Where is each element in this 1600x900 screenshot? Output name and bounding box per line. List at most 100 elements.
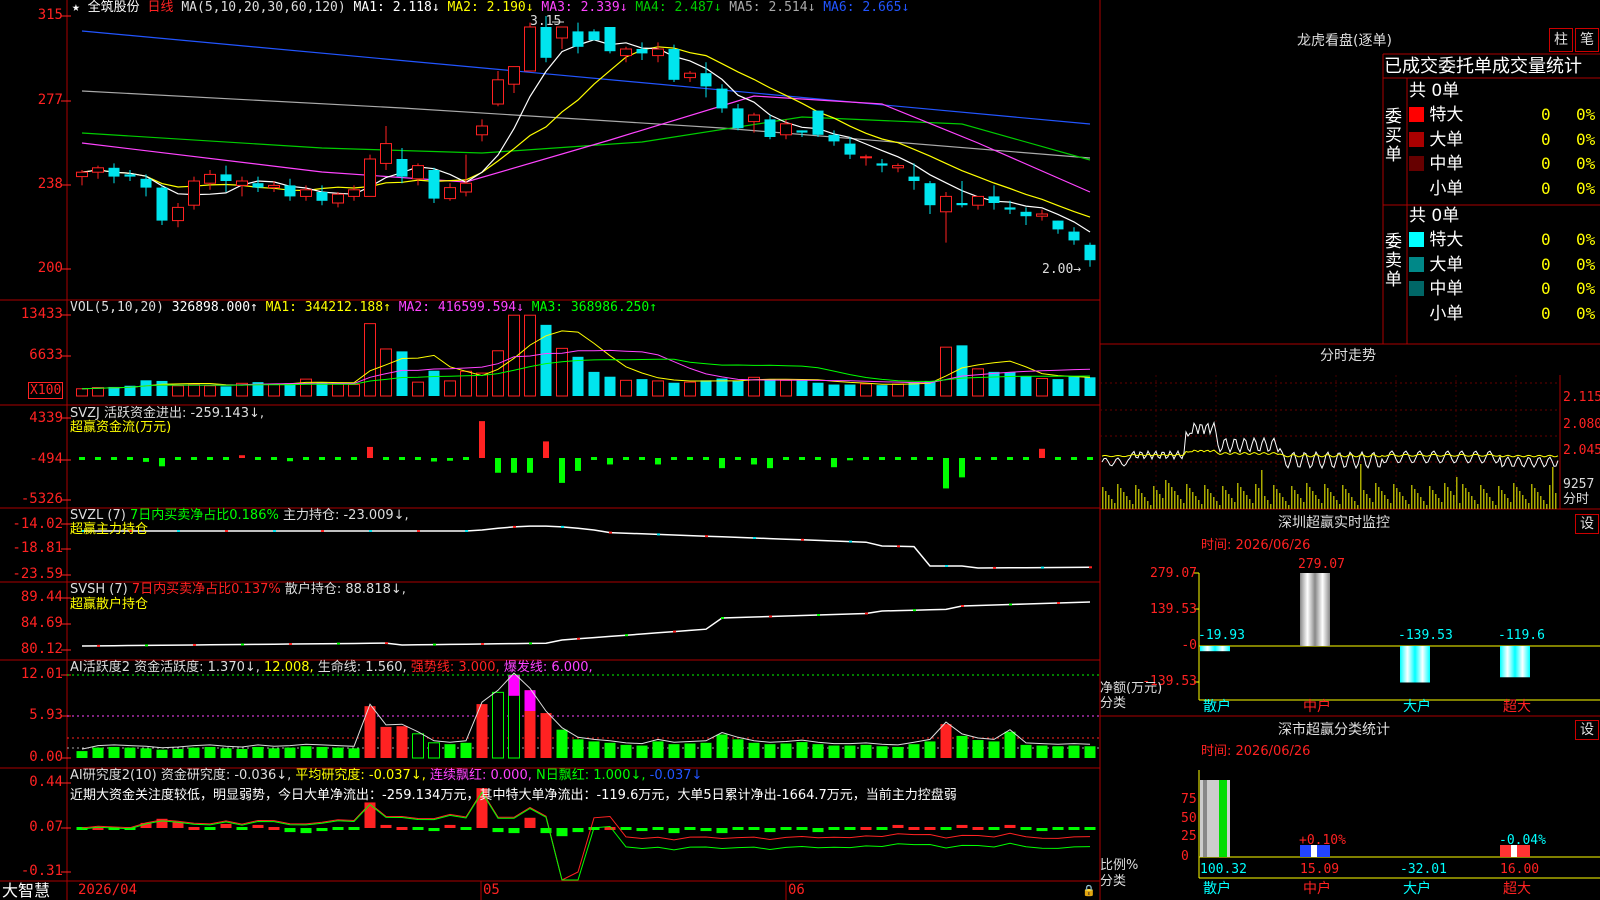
fund-flow-bar-in xyxy=(479,421,485,458)
fenshi-vol-bar xyxy=(1390,503,1392,509)
research-dash xyxy=(332,827,344,830)
candle-up xyxy=(1036,213,1048,217)
activity-bar xyxy=(156,749,168,758)
candle-down xyxy=(540,27,552,58)
activity-bar xyxy=(604,742,616,758)
fund-flow-bar-out xyxy=(527,458,533,473)
sell-row-1: 大单 xyxy=(1409,255,1463,275)
main-holding-dot xyxy=(945,565,948,567)
fund-flow-dash xyxy=(815,457,821,460)
research-dash xyxy=(876,827,888,830)
vol-ma2-line xyxy=(81,349,1091,390)
candle-down xyxy=(924,183,936,206)
monitor-tick-0: 279.07 xyxy=(1150,566,1197,581)
fenshi-vol-bar xyxy=(1444,483,1446,509)
candle-up xyxy=(268,184,280,189)
fenshi-vol-bar xyxy=(1129,500,1131,509)
fenshi-vol-bar xyxy=(1459,503,1461,509)
fenshi-vol-bar xyxy=(1372,502,1374,509)
fund-flow-dash xyxy=(399,457,405,460)
candle-down xyxy=(812,110,824,135)
candle-up xyxy=(892,165,904,169)
activity-bar xyxy=(332,747,344,758)
volume-bar-down xyxy=(1084,377,1096,396)
fenshi-vol-bar xyxy=(1519,491,1521,509)
fund-flow-dash xyxy=(175,457,181,460)
fenshi-vol-bar xyxy=(1192,492,1194,509)
classify-settings-button[interactable]: 设 xyxy=(1575,720,1599,740)
candle-up xyxy=(476,125,488,136)
volume-bar-down xyxy=(284,383,296,396)
y-tick-svzl-1: -18.81 xyxy=(12,540,63,556)
period-label[interactable]: 日线 xyxy=(148,0,174,15)
y-tick-main-0: 315 xyxy=(37,7,63,23)
bar-mode-button[interactable]: 柱 xyxy=(1549,28,1573,52)
fenshi-vol-bar xyxy=(1507,498,1509,509)
volume-bar-down xyxy=(428,370,440,396)
y-tick-svzj-0: 4339 xyxy=(29,410,63,426)
fenshi-vol-bar xyxy=(1543,500,1545,509)
fund-flow-bar-in xyxy=(543,441,549,458)
sell-pct-3: 0% xyxy=(1576,303,1596,323)
research-dash xyxy=(236,827,248,830)
fenshi-vol-bar xyxy=(1381,491,1383,509)
fenshi-vol-bar xyxy=(1309,487,1311,509)
y-tick-ai2-0: 0.44 xyxy=(29,774,63,790)
ai2-v2: 连续飘红: 0.000, xyxy=(430,768,532,783)
fenshi-vol-bar xyxy=(1246,495,1248,509)
activity-bar xyxy=(924,741,936,758)
tick-mode-button[interactable]: 笔 xyxy=(1575,28,1599,52)
activity-bar xyxy=(284,747,296,758)
fenshi-vol-bar xyxy=(1132,504,1134,509)
stock-name[interactable]: 全筑股份 xyxy=(88,0,140,15)
fenshi-vol-bar xyxy=(1501,490,1503,509)
fenshi-vol-bar xyxy=(1426,505,1428,509)
lock-icon[interactable]: 🔒 xyxy=(1082,883,1096,898)
buy-row-1: 大单 xyxy=(1409,130,1463,150)
fenshi-vol-bar xyxy=(1495,505,1497,509)
sell-swatch-1 xyxy=(1409,255,1424,275)
volume-bar-down xyxy=(1052,379,1064,396)
fenshi-vol-bar xyxy=(1156,490,1158,509)
fenshi-vol-bar xyxy=(1231,498,1233,509)
volume-bar-up xyxy=(268,383,280,397)
research-dash xyxy=(1020,827,1032,830)
research-dash xyxy=(204,827,216,830)
fenshi-vol-bar xyxy=(1489,497,1491,509)
volume-bar-up xyxy=(364,323,376,397)
fenshi-price-line xyxy=(1101,420,1559,470)
fenshi-vol-bar xyxy=(1465,488,1467,509)
activity-bar xyxy=(972,740,984,758)
ma4-label: MA4: xyxy=(635,0,667,15)
fund-flow-bar-out xyxy=(943,458,949,489)
fenshi-tick-2: 2.045 xyxy=(1563,443,1600,458)
fenshi-vol-bar xyxy=(1342,485,1344,509)
fund-flow-dash xyxy=(671,457,677,460)
svsh-header: SVSH (7) 7日内买卖净占比0.137% 散户持仓: 88.818↓, xyxy=(70,582,406,597)
svsh-hold: 散户持仓: 88.818↓, xyxy=(284,582,406,597)
fund-flow-dash xyxy=(623,457,629,460)
research-dash xyxy=(348,827,360,830)
research-dash xyxy=(828,827,840,830)
fenshi-vol-bar xyxy=(1483,489,1485,509)
monitor-settings-button[interactable]: 设 xyxy=(1575,514,1599,534)
research-dash xyxy=(412,827,424,830)
fenshi-vol-bar xyxy=(1114,503,1116,509)
sell-row-2: 中单 xyxy=(1409,279,1463,299)
fund-flow-dash xyxy=(111,457,117,460)
candle-down xyxy=(124,174,136,177)
candle-down xyxy=(908,176,920,181)
fenshi-vol-bar xyxy=(1153,486,1155,509)
volume-bar-up xyxy=(620,379,632,397)
volume-bar-up xyxy=(204,385,216,397)
fenshi-vol-bar xyxy=(1279,493,1281,509)
star-icon: ★ xyxy=(72,0,80,15)
fund-flow-bar-out xyxy=(431,458,437,462)
classify-tick-2: 25 xyxy=(1181,829,1197,844)
candle-up xyxy=(972,195,984,206)
candle-up xyxy=(76,171,88,178)
volume-bar-up xyxy=(188,384,200,397)
fenshi-vol-bar xyxy=(1471,496,1473,509)
candle-down xyxy=(1052,220,1064,230)
candle-up xyxy=(780,123,792,136)
